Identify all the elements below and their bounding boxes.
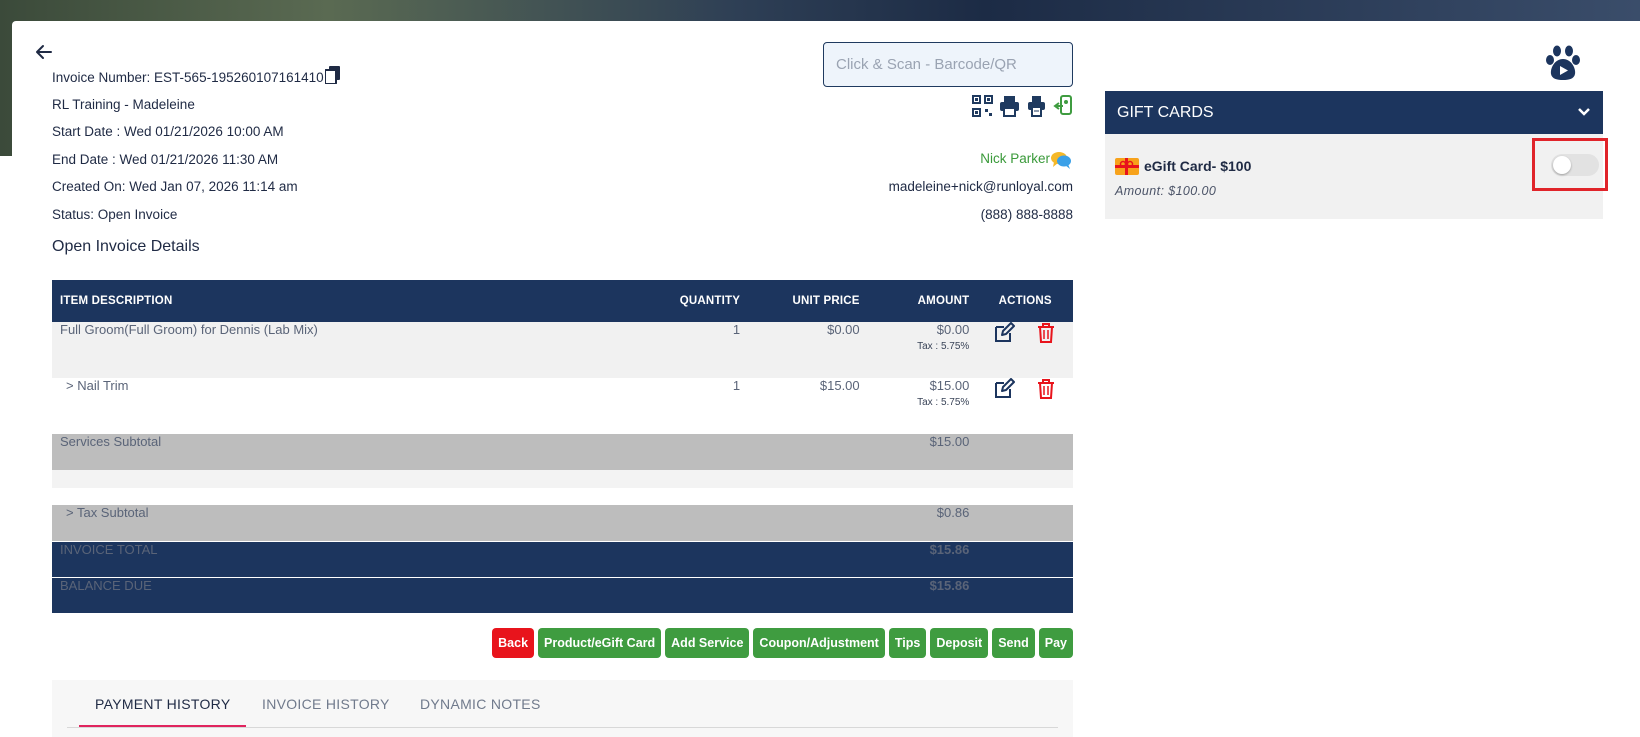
table-row: Full Groom(Full Groom) for Dennis (Lab M… [52,322,1073,378]
header-unit-price: UNIT PRICE [748,280,868,322]
invoice-items-table: ITEM DESCRIPTION QUANTITY UNIT PRICE AMO… [52,280,1073,613]
customer-email: madeleine+nick@runloyal.com [888,179,1073,194]
tips-button[interactable]: Tips [888,628,927,658]
item-quantity: 1 [648,378,749,434]
coupon-adjustment-button[interactable]: Coupon/Adjustment [753,628,885,658]
invoice-status: Status: Open Invoice [52,207,178,222]
item-tax: Tax : 5.75% [917,397,970,408]
location-name: RL Training - Madeleine [52,97,195,112]
product-gift-card-button[interactable]: Product/eGift Card [538,628,662,658]
tax-subtotal-value: $0.86 [867,505,978,541]
item-amount: $0.00 [936,322,970,337]
header-amount: AMOUNT [867,280,978,322]
item-description: > Nail Trim [52,378,649,434]
header-actions: ACTIONS [977,280,1073,322]
gift-cards-header[interactable]: GIFT CARDS [1105,91,1603,134]
item-description: Full Groom(Full Groom) for Dennis (Lab M… [52,322,649,378]
chevron-down-icon[interactable] [1577,104,1591,122]
toggle-knob [1553,156,1571,174]
created-on: Created On: Wed Jan 07, 2026 11:14 am [52,179,298,194]
gift-card-item: eGift Card- $100 Amount: $100.00 [1105,134,1603,219]
header-quantity: QUANTITY [648,280,749,322]
deposit-button[interactable]: Deposit [930,628,989,658]
item-tax: Tax : 5.75% [917,341,970,352]
send-button[interactable]: Send [992,628,1035,658]
item-unit-price: $0.00 [748,322,868,378]
balance-due-value: $15.86 [867,576,978,613]
header-item-description: ITEM DESCRIPTION [52,280,649,322]
item-actions [977,378,1073,434]
invoice-total-row: INVOICE TOTAL $15.86 [52,540,1073,577]
item-actions [977,322,1073,378]
tabs-divider [67,727,1058,728]
invoice-action-buttons: Back Product/eGift Card Add Service Coup… [492,628,1073,658]
item-amount: $15.00 [929,378,970,393]
item-amount-cell: $15.00 Tax : 5.75% [867,378,978,434]
services-subtotal-row: Services Subtotal $15.00 [52,434,1073,470]
toolbar-icons [971,94,1075,118]
tab-dynamic-notes[interactable]: DYNAMIC NOTES [420,696,541,712]
add-service-button[interactable]: Add Service [665,628,750,658]
tab-invoice-history[interactable]: INVOICE HISTORY [262,696,390,712]
services-subtotal-label: Services Subtotal [52,434,649,470]
invoice-total-label: INVOICE TOTAL [52,540,649,577]
back-button[interactable]: Back [492,628,535,658]
tab-payment-history[interactable]: PAYMENT HISTORY [78,696,247,727]
section-title: Open Invoice Details [52,238,200,255]
qr-code-icon[interactable] [971,94,994,118]
paw-play-icon[interactable] [1543,45,1583,83]
mobile-payment-icon[interactable] [1052,94,1075,118]
spacer-row [52,470,1073,488]
services-subtotal-value: $15.00 [867,434,978,470]
invoice-total-value: $15.86 [867,540,978,577]
delete-icon[interactable] [1035,378,1057,400]
gift-card-title: eGift Card- $100 [1144,158,1252,174]
item-quantity: 1 [648,322,749,378]
pay-button[interactable]: Pay [1038,628,1073,658]
customer-phone: (888) 888-8888 [980,207,1073,222]
back-arrow-icon[interactable] [34,42,54,62]
item-unit-price: $15.00 [748,378,868,434]
tax-subtotal-row[interactable]: > Tax Subtotal $0.86 [52,505,1073,541]
gift-card-toggle-highlight [1532,138,1608,191]
gap-row [52,488,1073,505]
history-tabs: PAYMENT HISTORY INVOICE HISTORY DYNAMIC … [52,680,1073,737]
balance-due-row: BALANCE DUE $15.86 [52,576,1073,613]
copy-icon[interactable] [324,66,341,85]
table-row: > Nail Trim 1 $15.00 $15.00 Tax : 5.75% [52,378,1073,434]
gift-card-icon [1115,158,1139,175]
chat-icon[interactable] [1050,150,1072,170]
gift-card-toggle[interactable] [1551,154,1599,176]
barcode-scan-input[interactable] [823,42,1073,87]
print-icon[interactable] [998,94,1021,118]
start-date: Start Date : Wed 01/21/2026 10:00 AM [52,124,284,139]
item-amount-cell: $0.00 Tax : 5.75% [867,322,978,378]
edit-icon[interactable] [993,322,1016,344]
receipt-print-icon[interactable] [1025,94,1048,118]
balance-due-label: BALANCE DUE [52,576,649,613]
gift-card-amount: Amount: $100.00 [1115,184,1217,198]
gift-cards-title: GIFT CARDS [1117,103,1214,121]
end-date: End Date : Wed 01/21/2026 11:30 AM [52,152,279,167]
customer-name[interactable]: Nick Parker [980,151,1050,166]
tax-subtotal-label[interactable]: > Tax Subtotal [52,505,649,541]
table-header-row: ITEM DESCRIPTION QUANTITY UNIT PRICE AMO… [52,280,1073,322]
invoice-number: Invoice Number: EST-565-195260107161410 [52,70,324,85]
edit-icon[interactable] [993,378,1016,400]
delete-icon[interactable] [1035,322,1057,344]
